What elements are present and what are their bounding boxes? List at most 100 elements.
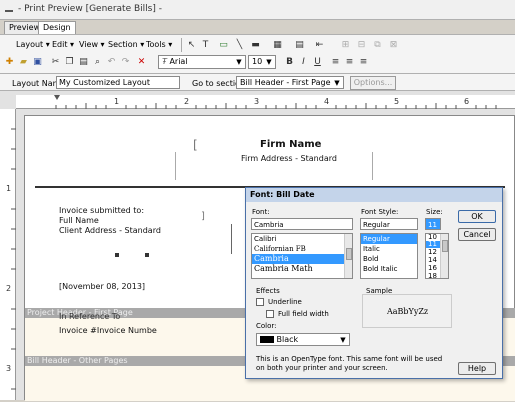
cut-icon[interactable]: ✂ — [50, 57, 61, 68]
spacing-icon[interactable]: ⇤ — [314, 40, 325, 51]
font-name-combo[interactable]: Ŧ Arial ▼ — [158, 55, 246, 69]
horizontal-ruler: 1 2 3 4 5 6 — [16, 95, 515, 109]
copy-icon[interactable]: ❐ — [64, 57, 75, 68]
delete-icon[interactable]: ✕ — [136, 57, 147, 68]
list-item[interactable]: Californian FB — [252, 244, 352, 254]
vertical-ruler-ticks: 1 2 3 — [6, 128, 16, 390]
layout-row: Layout Name My Customized Layout Go to s… — [0, 74, 515, 91]
list-item[interactable]: Bold Italic — [361, 264, 417, 274]
menu-tools[interactable]: Tools ▾ — [146, 40, 172, 49]
options-button[interactable]: Options... — [350, 76, 396, 90]
align-center-icon[interactable]: ≡ — [344, 57, 355, 68]
order-icon[interactable]: ⧉ — [372, 40, 383, 51]
size-label: Size: — [426, 208, 443, 216]
font-style-list[interactable]: Regular Italic Bold Bold Italic — [360, 233, 418, 279]
chevron-down-icon: ▼ — [340, 336, 346, 344]
font-label: Font: — [252, 208, 270, 216]
list-item[interactable]: Calibri — [252, 234, 352, 244]
selection-handle[interactable] — [145, 253, 149, 257]
layout-name-input[interactable]: My Customized Layout — [56, 76, 180, 89]
list-item[interactable]: Cambria Math — [252, 264, 352, 274]
list-item[interactable]: Italic — [361, 244, 417, 254]
sample-box: AaBbYyZz — [362, 294, 452, 328]
svg-text:5: 5 — [394, 97, 399, 106]
client-address-field[interactable]: Client Address - Standard — [59, 226, 161, 235]
svg-text:4: 4 — [324, 97, 329, 106]
list-item[interactable]: Cambria — [252, 254, 352, 264]
font-style-label: Font Style: — [361, 208, 399, 216]
list-item[interactable]: Regular — [361, 234, 417, 244]
menu-section[interactable]: Section ▾ — [108, 40, 144, 49]
svg-text:2: 2 — [184, 97, 189, 106]
vertical-ruler: 1 2 3 — [0, 109, 16, 400]
distribute-icon[interactable]: ⊞ — [340, 40, 351, 51]
cancel-button[interactable]: Cancel — [458, 228, 496, 241]
underline-button[interactable]: U — [312, 57, 323, 68]
text-tool-icon[interactable]: T — [200, 40, 211, 51]
scrollbar[interactable] — [344, 234, 352, 278]
menu-view[interactable]: View ▾ — [79, 40, 105, 49]
italic-button[interactable]: I — [298, 57, 309, 68]
color-select[interactable]: Black ▼ — [256, 333, 350, 346]
new-icon[interactable]: ✚ — [4, 57, 15, 68]
undo-icon[interactable]: ↶ — [106, 57, 117, 68]
group-icon[interactable]: ⊠ — [388, 40, 399, 51]
font-style-input[interactable]: Regular — [360, 218, 418, 230]
scrollbar[interactable] — [440, 234, 448, 278]
ok-button[interactable]: OK — [458, 210, 496, 223]
pointer-icon[interactable]: ↖ — [186, 40, 197, 51]
align-left-icon[interactable]: ≡ — [330, 57, 341, 68]
paste-icon[interactable]: ▤ — [78, 57, 89, 68]
ruler-ticks: 1 2 3 4 5 6 — [54, 95, 497, 109]
full-field-checkbox[interactable] — [266, 310, 274, 318]
align-right-icon[interactable]: ≡ — [358, 57, 369, 68]
field-bracket — [369, 152, 373, 180]
size-icon[interactable]: ⊟ — [356, 40, 367, 51]
font-input[interactable]: Cambria — [251, 218, 353, 230]
title-bar: - Print Preview [Generate Bills] - — [0, 0, 515, 20]
goto-section-select[interactable]: Bill Header - First Page ▼ — [236, 76, 344, 89]
chevron-down-icon: ▼ — [334, 79, 340, 87]
field-tool-icon[interactable]: ▭ — [218, 40, 229, 51]
firm-address-field[interactable]: Firm Address - Standard — [241, 154, 337, 163]
firm-name-field[interactable]: Firm Name — [260, 139, 321, 150]
redo-icon[interactable]: ↷ — [120, 57, 131, 68]
save-icon[interactable]: ▣ — [32, 57, 43, 68]
line-tool-icon[interactable]: ╲ — [234, 40, 245, 51]
full-field-label: Full field width — [278, 310, 329, 318]
border-icon[interactable]: ▤ — [294, 40, 305, 51]
align-icon[interactable]: ▦ — [272, 40, 283, 51]
box-tool-icon[interactable]: ▬ — [250, 40, 261, 51]
size-input[interactable]: 11 — [425, 218, 441, 230]
in-reference-field[interactable]: In Reference To — [59, 312, 120, 321]
invoice-submitted-label[interactable]: Invoice submitted to: — [59, 206, 144, 215]
scrollbar-thumb[interactable] — [346, 248, 352, 260]
font-size-combo[interactable]: 10 ▼ — [248, 55, 276, 69]
font-list[interactable]: Calibri Californian FB Cambria Cambria M… — [251, 233, 353, 279]
tab-design[interactable]: Design — [38, 21, 76, 34]
find-icon[interactable]: ⌕ — [92, 57, 103, 68]
svg-text:3: 3 — [6, 364, 11, 373]
svg-text:1: 1 — [114, 97, 119, 106]
bold-button[interactable]: B — [284, 57, 295, 68]
menu-layout[interactable]: Layout ▾ — [16, 40, 50, 49]
effects-label: Effects — [256, 287, 280, 295]
invoice-number-field[interactable]: Invoice #Invoice Numbe — [59, 326, 157, 335]
open-icon[interactable]: ▰ — [18, 57, 29, 68]
list-item[interactable]: Bold — [361, 254, 417, 264]
minimize-icon[interactable] — [4, 3, 14, 13]
help-button[interactable]: Help — [458, 362, 496, 375]
chevron-down-icon: ▼ — [266, 58, 272, 66]
svg-text:6: 6 — [464, 97, 469, 106]
bill-date-field[interactable]: [November 08, 2013] — [59, 282, 145, 291]
menu-edit[interactable]: Edit ▾ — [52, 40, 74, 49]
full-name-field[interactable]: Full Name — [59, 216, 99, 225]
size-list[interactable]: 10 11 12 14 16 18 — [425, 233, 449, 279]
window-title: - Print Preview [Generate Bills] - — [18, 4, 162, 14]
font-icon: Ŧ — [162, 57, 167, 66]
scrollbar-thumb[interactable] — [442, 240, 448, 252]
selection-handle[interactable] — [115, 253, 119, 257]
underline-checkbox[interactable] — [256, 298, 264, 306]
field-bracket: [ — [193, 138, 198, 152]
chevron-down-icon: ▼ — [236, 58, 242, 66]
